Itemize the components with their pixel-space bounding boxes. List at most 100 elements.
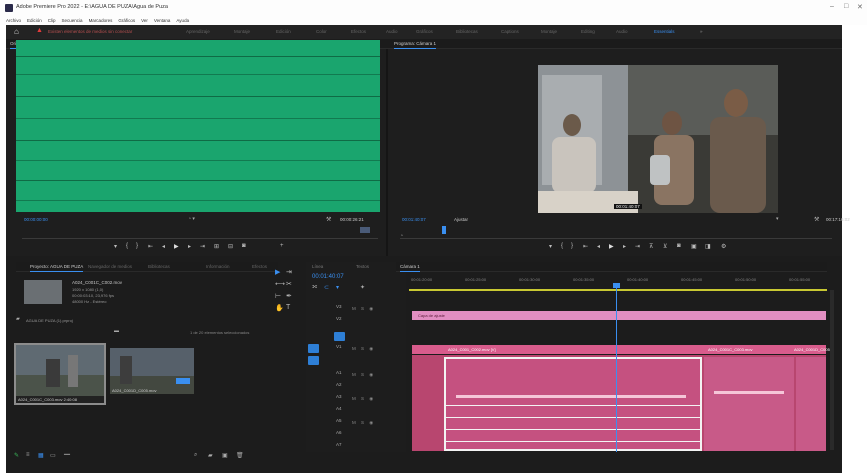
track-label[interactable]: A5: [336, 418, 342, 423]
v1-source-patch[interactable]: [308, 344, 319, 353]
trash-icon[interactable]: 🗑: [236, 452, 244, 459]
go-to-out-icon[interactable]: ⇥: [200, 243, 205, 250]
source-timecode-in[interactable]: 00:00:00:00: [24, 217, 48, 222]
workspace-tab[interactable]: Editing: [581, 29, 595, 34]
overwrite-icon[interactable]: ⊟: [228, 243, 233, 250]
workspace-tab[interactable]: Edición: [276, 29, 291, 34]
maximize-button[interactable]: □: [844, 3, 848, 10]
tab-program[interactable]: Programa: Cámara 1: [394, 41, 437, 49]
adjustment-layer-clip[interactable]: Capa de ajuste: [412, 311, 826, 320]
new-item-icon[interactable]: ▣: [222, 452, 228, 459]
pen-tool-icon[interactable]: ✒: [286, 292, 292, 300]
home-icon[interactable]: ⌂: [14, 27, 19, 36]
workspace-tab-active[interactable]: Essentials: [654, 29, 675, 34]
work-area-bar[interactable]: [409, 289, 827, 291]
new-bin-icon[interactable]: ▰: [208, 452, 213, 459]
menu-clip[interactable]: Clip: [48, 17, 56, 25]
track-toggles[interactable]: M S ◉: [352, 372, 375, 378]
step-back-icon[interactable]: ◂: [162, 243, 165, 250]
menu-sequence[interactable]: Secuencia: [62, 17, 83, 25]
track-label[interactable]: A2: [336, 382, 342, 387]
workspace-tab[interactable]: Montaje: [541, 29, 557, 34]
export-frame-icon[interactable]: ◙: [242, 243, 246, 249]
tab-media-browser[interactable]: Navegador de medios: [88, 264, 132, 269]
tab-captions[interactable]: Textos: [356, 264, 369, 269]
program-mark-out-icon[interactable]: }: [571, 243, 573, 249]
workspace-tab[interactable]: Audio: [616, 29, 628, 34]
program-go-to-in-icon[interactable]: ⇤: [583, 243, 588, 250]
track-toggles[interactable]: M S ◉: [352, 346, 375, 352]
selected-audio-clip[interactable]: [444, 357, 702, 451]
menu-markers[interactable]: Marcadores: [89, 17, 113, 25]
workspace-tab[interactable]: Bibliotecas: [456, 29, 478, 34]
program-go-to-out-icon[interactable]: ⇥: [635, 243, 640, 250]
mark-in-icon[interactable]: {: [126, 243, 128, 249]
program-time-ruler[interactable]: [400, 233, 832, 239]
program-timecode[interactable]: 00:01:40:07: [402, 217, 426, 222]
project-item-thumbnail[interactable]: A024_C001D_C005.mov: [110, 348, 194, 394]
lift-icon[interactable]: ⊼: [649, 243, 653, 250]
comparison-view-icon[interactable]: ▣: [691, 243, 697, 250]
workspace-tab[interactable]: Captions: [501, 29, 519, 34]
track-toggles[interactable]: M S ◉: [352, 396, 375, 402]
track-toggles[interactable]: M S ◉: [352, 306, 375, 312]
track-label[interactable]: A4: [336, 406, 342, 411]
program-settings-icon[interactable]: ⚙: [721, 243, 726, 250]
more-workspaces-icon[interactable]: »: [700, 29, 703, 34]
quality-dropdown[interactable]: ▾: [776, 216, 779, 222]
add-button-icon[interactable]: +: [280, 243, 284, 249]
program-play-icon[interactable]: ▶: [609, 243, 614, 250]
track-label[interactable]: A1: [336, 370, 342, 375]
play-icon[interactable]: ▶: [174, 243, 179, 250]
program-fit-dropdown[interactable]: Ajustar: [454, 217, 468, 222]
program-marker-icon[interactable]: ▾: [549, 243, 552, 250]
tab-info[interactable]: Información: [206, 264, 230, 269]
add-marker-icon[interactable]: ▾: [336, 284, 339, 291]
timeline-timecode[interactable]: 00:01:40:07: [312, 274, 344, 280]
tab-sequence[interactable]: Cámara 1: [400, 264, 420, 272]
project-item-thumbnail[interactable]: A024_C001C_C003.mov 2:40:08: [14, 343, 106, 405]
wrench-icon[interactable]: ⚒: [326, 216, 331, 223]
selection-tool-icon[interactable]: ▶: [275, 268, 280, 276]
track-label[interactable]: A7: [336, 442, 342, 447]
audio-clip[interactable]: [704, 357, 794, 451]
razor-icon[interactable]: ✂: [286, 280, 292, 288]
type-tool-icon[interactable]: T: [286, 304, 290, 311]
a1-source-patch[interactable]: [308, 356, 319, 365]
workspace-tab[interactable]: Montaje: [234, 29, 250, 34]
extract-icon[interactable]: ⊻: [663, 243, 667, 250]
program-wrench-icon[interactable]: ⚒: [814, 216, 819, 223]
ripple-edit-icon[interactable]: ⟷: [275, 280, 285, 288]
marker-icon[interactable]: ▾: [114, 243, 117, 250]
menu-file[interactable]: Archivo: [6, 17, 21, 25]
program-step-back-icon[interactable]: ◂: [597, 243, 600, 250]
list-view-icon[interactable]: ≡: [26, 452, 30, 458]
panel-divider[interactable]: [386, 49, 388, 267]
track-toggles[interactable]: M S ◉: [352, 420, 375, 426]
insert-icon[interactable]: ⊞: [214, 243, 219, 250]
close-button[interactable]: ✕: [857, 3, 863, 11]
captions-icon[interactable]: ◨: [705, 243, 711, 250]
menu-edit[interactable]: Edición: [27, 17, 42, 25]
track-select-icon[interactable]: ⇥: [286, 268, 292, 276]
tab-libraries[interactable]: Bibliotecas: [148, 264, 170, 269]
tab-effects[interactable]: Efectos: [252, 264, 267, 269]
search-icon[interactable]: ⌕: [194, 452, 197, 459]
menu-view[interactable]: Ver: [141, 17, 148, 25]
program-playhead[interactable]: [442, 226, 446, 234]
track-label[interactable]: A3: [336, 394, 342, 399]
tab-timeline-header[interactable]: Línea: [312, 264, 323, 269]
program-video-frame[interactable]: [538, 65, 778, 213]
zoom-slider[interactable]: ━━: [64, 452, 70, 458]
source-audio-waveform[interactable]: [16, 40, 380, 212]
timeline-vertical-scrollbar[interactable]: [830, 290, 834, 450]
track-target-button[interactable]: [334, 332, 345, 341]
workspace-tab[interactable]: Gráficos: [416, 29, 433, 34]
workspace-tab[interactable]: Color: [316, 29, 327, 34]
timeline-playhead[interactable]: [616, 284, 617, 452]
step-forward-icon[interactable]: ▸: [188, 243, 191, 250]
mark-out-icon[interactable]: }: [136, 243, 138, 249]
track-label[interactable]: V2: [336, 316, 342, 321]
workspace-tab[interactable]: Efectos: [351, 29, 366, 34]
warning-icon[interactable]: ▲: [36, 27, 43, 34]
